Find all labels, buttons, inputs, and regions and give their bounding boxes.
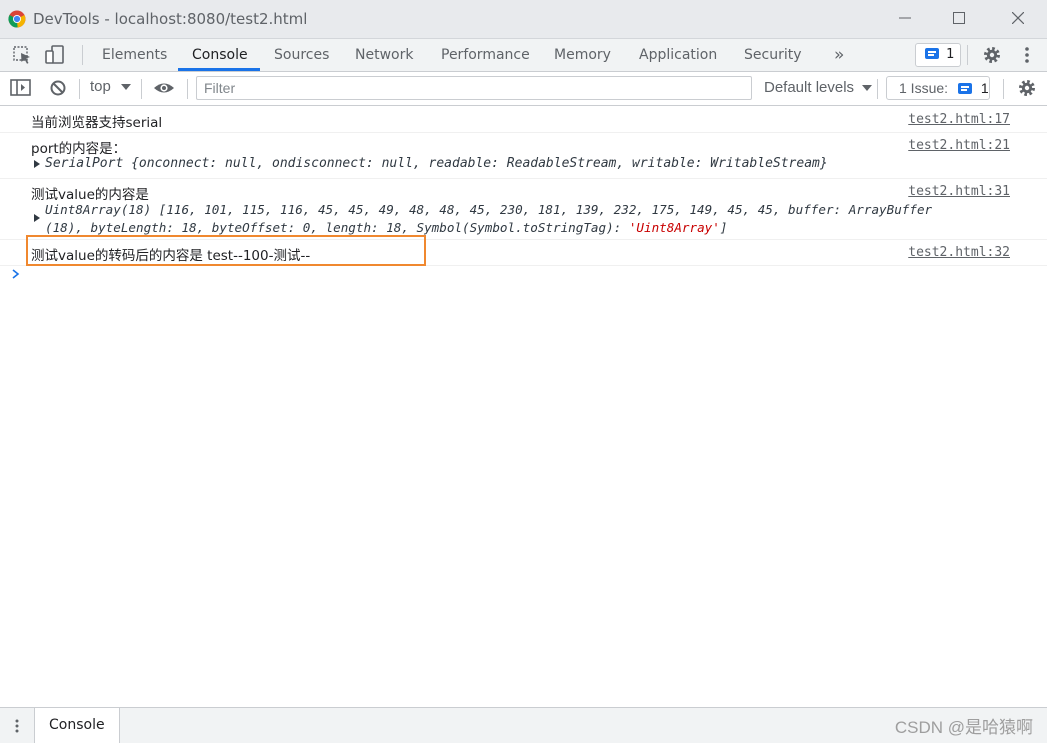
expand-arrow-icon[interactable] <box>34 160 40 168</box>
console-message: 测试value的内容是 test2.html:31 Uint8Array(18)… <box>0 179 1047 240</box>
tab-network[interactable]: Network <box>355 39 413 71</box>
device-toolbar-icon[interactable] <box>43 44 67 66</box>
source-link[interactable]: test2.html:21 <box>908 138 1010 153</box>
tab-console[interactable]: Console <box>192 39 248 71</box>
console-prompt-icon[interactable] <box>11 268 21 280</box>
object-properties: {onconnect: null, ondisconnect: null, re… <box>131 156 828 171</box>
chrome-logo-icon <box>8 10 26 28</box>
issues-count-button[interactable]: 1 Issue: 1 <box>886 76 990 100</box>
source-link[interactable]: test2.html:32 <box>908 245 1010 260</box>
filter-input[interactable] <box>196 76 752 100</box>
toolbar-divider <box>141 79 142 99</box>
toolbar-divider <box>877 79 878 99</box>
tab-application[interactable]: Application <box>639 39 717 71</box>
inspect-element-icon[interactable] <box>10 44 34 66</box>
message-icon <box>957 83 972 94</box>
minimize-button[interactable] <box>890 8 920 30</box>
tab-sources[interactable]: Sources <box>274 39 329 71</box>
live-expression-eye-icon[interactable] <box>152 77 176 99</box>
console-message: port的内容是： test2.html:21 SerialPort {onco… <box>0 133 1047 179</box>
source-link[interactable]: test2.html:31 <box>908 184 1010 199</box>
console-drawer: Console CSDN @是哈猿啊 <box>0 707 1047 743</box>
object-class-name: SerialPort <box>45 156 124 171</box>
window-title: DevTools - localhost:8080/test2.html <box>33 10 308 28</box>
console-toolbar: top Default levels 1 Issue: 1 <box>0 72 1047 106</box>
drawer-menu-icon[interactable] <box>14 718 20 734</box>
more-options-icon[interactable] <box>1015 44 1039 66</box>
issues-count: 1 <box>980 80 989 96</box>
tab-performance[interactable]: Performance <box>441 39 530 71</box>
settings-gear-icon[interactable] <box>980 44 1004 66</box>
close-button[interactable] <box>1003 8 1033 30</box>
log-levels-label: Default levels <box>764 79 855 96</box>
issues-badge-button[interactable]: 1 <box>915 43 961 67</box>
toolbar-divider <box>79 79 80 99</box>
tabbar-divider <box>967 45 968 65</box>
watermark: CSDN @是哈猿啊 <box>894 718 1033 737</box>
toolbar-divider <box>1003 79 1004 99</box>
toolbar-divider <box>187 79 188 99</box>
object-preview[interactable]: SerialPort {onconnect: null, ondisconnec… <box>45 156 828 171</box>
array-preview-tag: 'Uint8Array' <box>628 220 720 235</box>
window-titlebar: DevTools - localhost:8080/test2.html <box>0 0 1047 39</box>
clear-console-icon[interactable] <box>46 77 70 99</box>
context-selector[interactable]: top <box>90 78 132 95</box>
issues-badge-count: 1 <box>946 47 955 62</box>
devtools-tabbar: Elements Console Sources Network Perform… <box>0 39 1047 72</box>
context-selector-label: top <box>90 78 111 95</box>
drawer-tab-console[interactable]: Console <box>34 708 120 743</box>
message-text: port的内容是： <box>31 141 127 157</box>
console-settings-gear-icon[interactable] <box>1015 77 1039 99</box>
maximize-icon <box>953 12 965 24</box>
array-preview-line[interactable]: (18), byteLength: 18, byteOffset: 0, len… <box>45 220 727 235</box>
tabbar-divider <box>82 45 83 65</box>
message-text: 当前浏览器支持serial <box>31 115 163 131</box>
tab-memory[interactable]: Memory <box>554 39 611 71</box>
chevron-down-icon <box>121 84 132 90</box>
issues-label: 1 Issue: <box>899 80 949 96</box>
close-icon <box>1011 11 1025 25</box>
message-icon <box>925 48 939 59</box>
message-text: 测试value的内容是 <box>31 187 149 203</box>
source-link[interactable]: test2.html:17 <box>908 112 1010 127</box>
maximize-button[interactable] <box>944 8 974 30</box>
highlight-box <box>26 235 426 266</box>
log-levels-dropdown[interactable]: Default levels <box>764 79 873 96</box>
console-message: 当前浏览器支持serial test2.html:17 <box>0 106 1047 133</box>
sidebar-toggle-icon[interactable] <box>9 77 33 99</box>
tab-elements[interactable]: Elements <box>102 39 167 71</box>
tab-security[interactable]: Security <box>744 39 802 71</box>
active-tab-indicator <box>178 68 260 71</box>
array-preview-line[interactable]: Uint8Array(18) [116, 101, 115, 116, 45, … <box>45 202 932 217</box>
more-tabs-button[interactable]: » <box>834 39 844 71</box>
minimize-icon <box>899 17 911 19</box>
expand-arrow-icon[interactable] <box>34 214 40 222</box>
array-preview-props: (18), byteLength: 18, byteOffset: 0, len… <box>45 220 629 235</box>
array-preview-close: ] <box>719 220 728 235</box>
chevron-down-icon <box>862 85 873 91</box>
